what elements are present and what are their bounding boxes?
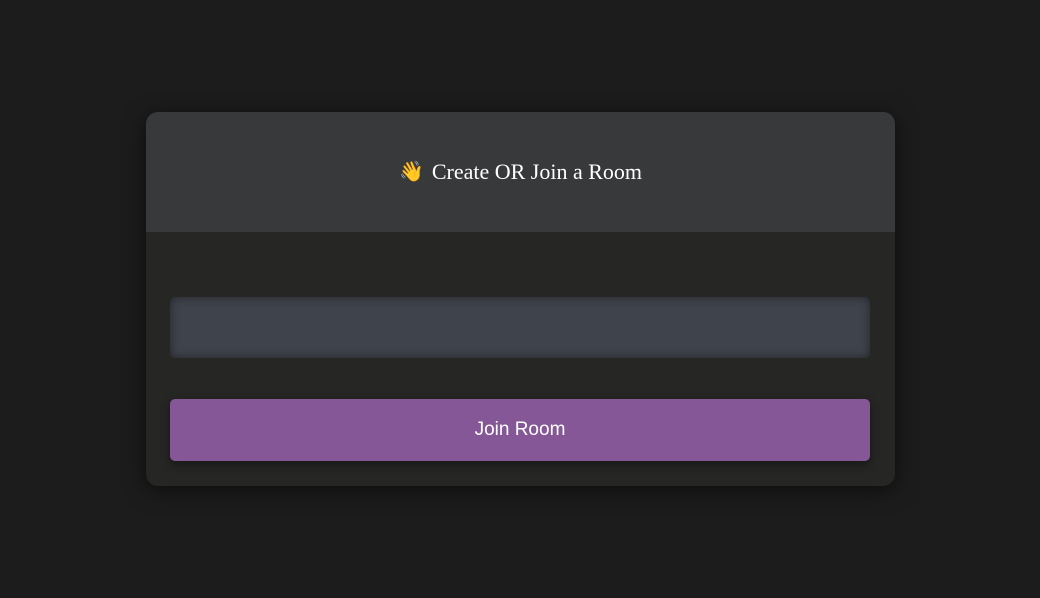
room-name-input[interactable] bbox=[170, 297, 870, 358]
waving-hand-icon: 👋 bbox=[398, 161, 424, 183]
card-header: 👋 Create OR Join a Room bbox=[146, 112, 895, 232]
join-room-card: 👋 Create OR Join a Room Join Room bbox=[146, 112, 895, 486]
card-title: Create OR Join a Room bbox=[431, 159, 643, 184]
join-room-button[interactable]: Join Room bbox=[170, 399, 870, 461]
